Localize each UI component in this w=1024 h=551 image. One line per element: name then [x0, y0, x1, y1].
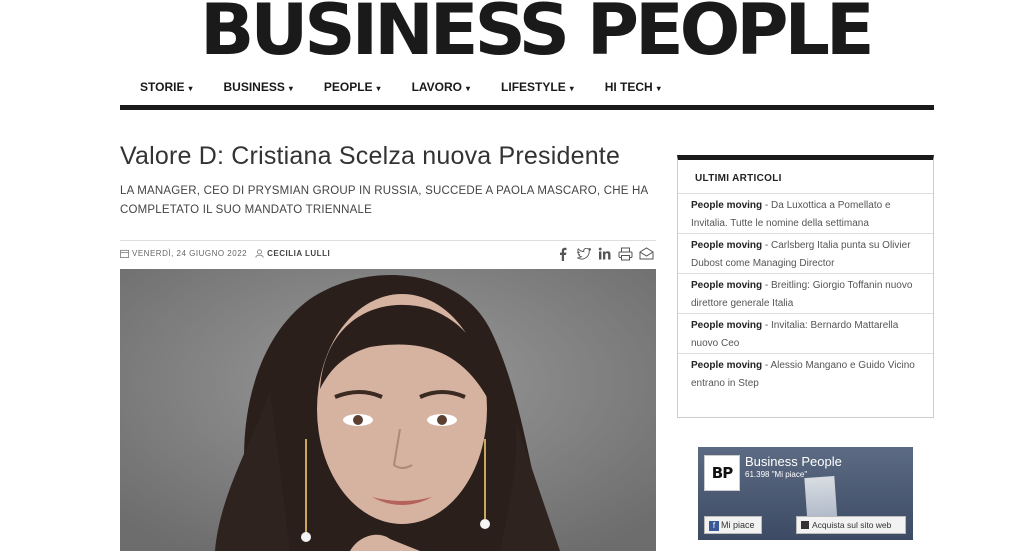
item-tag: People moving	[691, 200, 763, 211]
nav-label: PEOPLE	[323, 80, 373, 94]
buy-label: Acquista sul sito web	[812, 520, 892, 530]
page-avatar[interactable]: BP	[704, 455, 740, 491]
list-item[interactable]: People moving - Breitling: Giorgio Toffa…	[678, 274, 933, 314]
share-bar	[555, 246, 656, 261]
email-icon[interactable]	[639, 246, 654, 261]
article-subtitle: La manager, Ceo di Prysmian Group in Rus…	[120, 185, 648, 216]
facebook-page-widget: BP Business People 61.398 "Mi piace" f Mi…	[698, 447, 913, 540]
article-meta: VENERDÌ, 24 GIUGNO 2022 CECILIA LULLI	[120, 240, 656, 266]
nav-item-hi-tech[interactable]: HI TECH ▾	[605, 74, 661, 102]
nav-label: STORIE	[140, 80, 185, 94]
main-nav: STORIE ▾ BUSINESS ▾ PEOPLE ▾ LAVORO ▾ LIFEST…	[120, 74, 934, 110]
likes-count: 61.398 "Mi piace"	[745, 470, 808, 479]
buy-button[interactable]: Acquista sul sito web	[796, 516, 906, 534]
nav-label: LAVORO	[411, 80, 463, 94]
facebook-icon[interactable]	[555, 246, 570, 261]
nav-label: LIFESTYLE	[501, 80, 566, 94]
widget-heading: ULTIMI ARTICOLI	[678, 160, 933, 194]
nav-item-people[interactable]: PEOPLE ▾	[324, 74, 381, 102]
caret-down-icon: ▾	[569, 84, 574, 93]
date-text: VENERDÌ, 24 GIUGNO 2022	[132, 249, 248, 258]
caret-down-icon: ▾	[656, 84, 661, 93]
nav-item-lavoro[interactable]: LAVORO ▾	[412, 74, 470, 102]
list-item[interactable]: People moving - Da Luxottica a Pomellato…	[678, 194, 933, 234]
list-item[interactable]: People moving - Alessio Mangano e Guido …	[678, 354, 933, 394]
caret-down-icon: ▾	[188, 84, 193, 93]
article-hero-image	[120, 269, 656, 551]
calendar-icon	[120, 249, 129, 258]
nav-label: BUSINESS	[223, 80, 285, 94]
print-icon[interactable]	[618, 246, 633, 261]
item-tag: People moving	[691, 320, 763, 331]
item-tag: People moving	[691, 280, 763, 291]
nav-label: HI TECH	[604, 80, 653, 94]
like-label: Mi piace	[721, 520, 755, 530]
linkedin-icon[interactable]	[597, 246, 612, 261]
caret-down-icon: ▾	[288, 84, 293, 93]
facebook-icon: f	[709, 521, 719, 531]
article-title: Valore D: Cristiana Scelza nuova Preside…	[120, 142, 621, 170]
page-name[interactable]: Business People	[745, 454, 842, 469]
like-button[interactable]: f Mi piace	[704, 516, 762, 534]
shopping-bag-icon	[801, 521, 809, 529]
caret-down-icon: ▾	[466, 84, 471, 93]
item-tag: People moving	[691, 360, 763, 371]
latest-articles-widget: ULTIMI ARTICOLI People moving - Da Luxot…	[677, 155, 934, 418]
article-author[interactable]: CECILIA LULLI	[255, 249, 330, 258]
nav-item-storie[interactable]: STORIE ▾	[140, 74, 192, 102]
caret-down-icon: ▾	[376, 84, 381, 93]
list-item[interactable]: People moving - Invitalia: Bernardo Matt…	[678, 314, 933, 354]
nav-item-business[interactable]: BUSINESS ▾	[223, 74, 292, 102]
list-item[interactable]: People moving - Carlsberg Italia punta s…	[678, 234, 933, 274]
nav-item-lifestyle[interactable]: LIFESTYLE ▾	[501, 74, 574, 102]
site-logo[interactable]: BUSINESS PEOPLE	[200, 0, 875, 65]
twitter-icon[interactable]	[576, 246, 591, 261]
author-name: CECILIA LULLI	[267, 249, 331, 258]
user-icon	[255, 249, 264, 258]
article-date: VENERDÌ, 24 GIUGNO 2022	[120, 249, 247, 258]
item-tag: People moving	[691, 240, 763, 251]
